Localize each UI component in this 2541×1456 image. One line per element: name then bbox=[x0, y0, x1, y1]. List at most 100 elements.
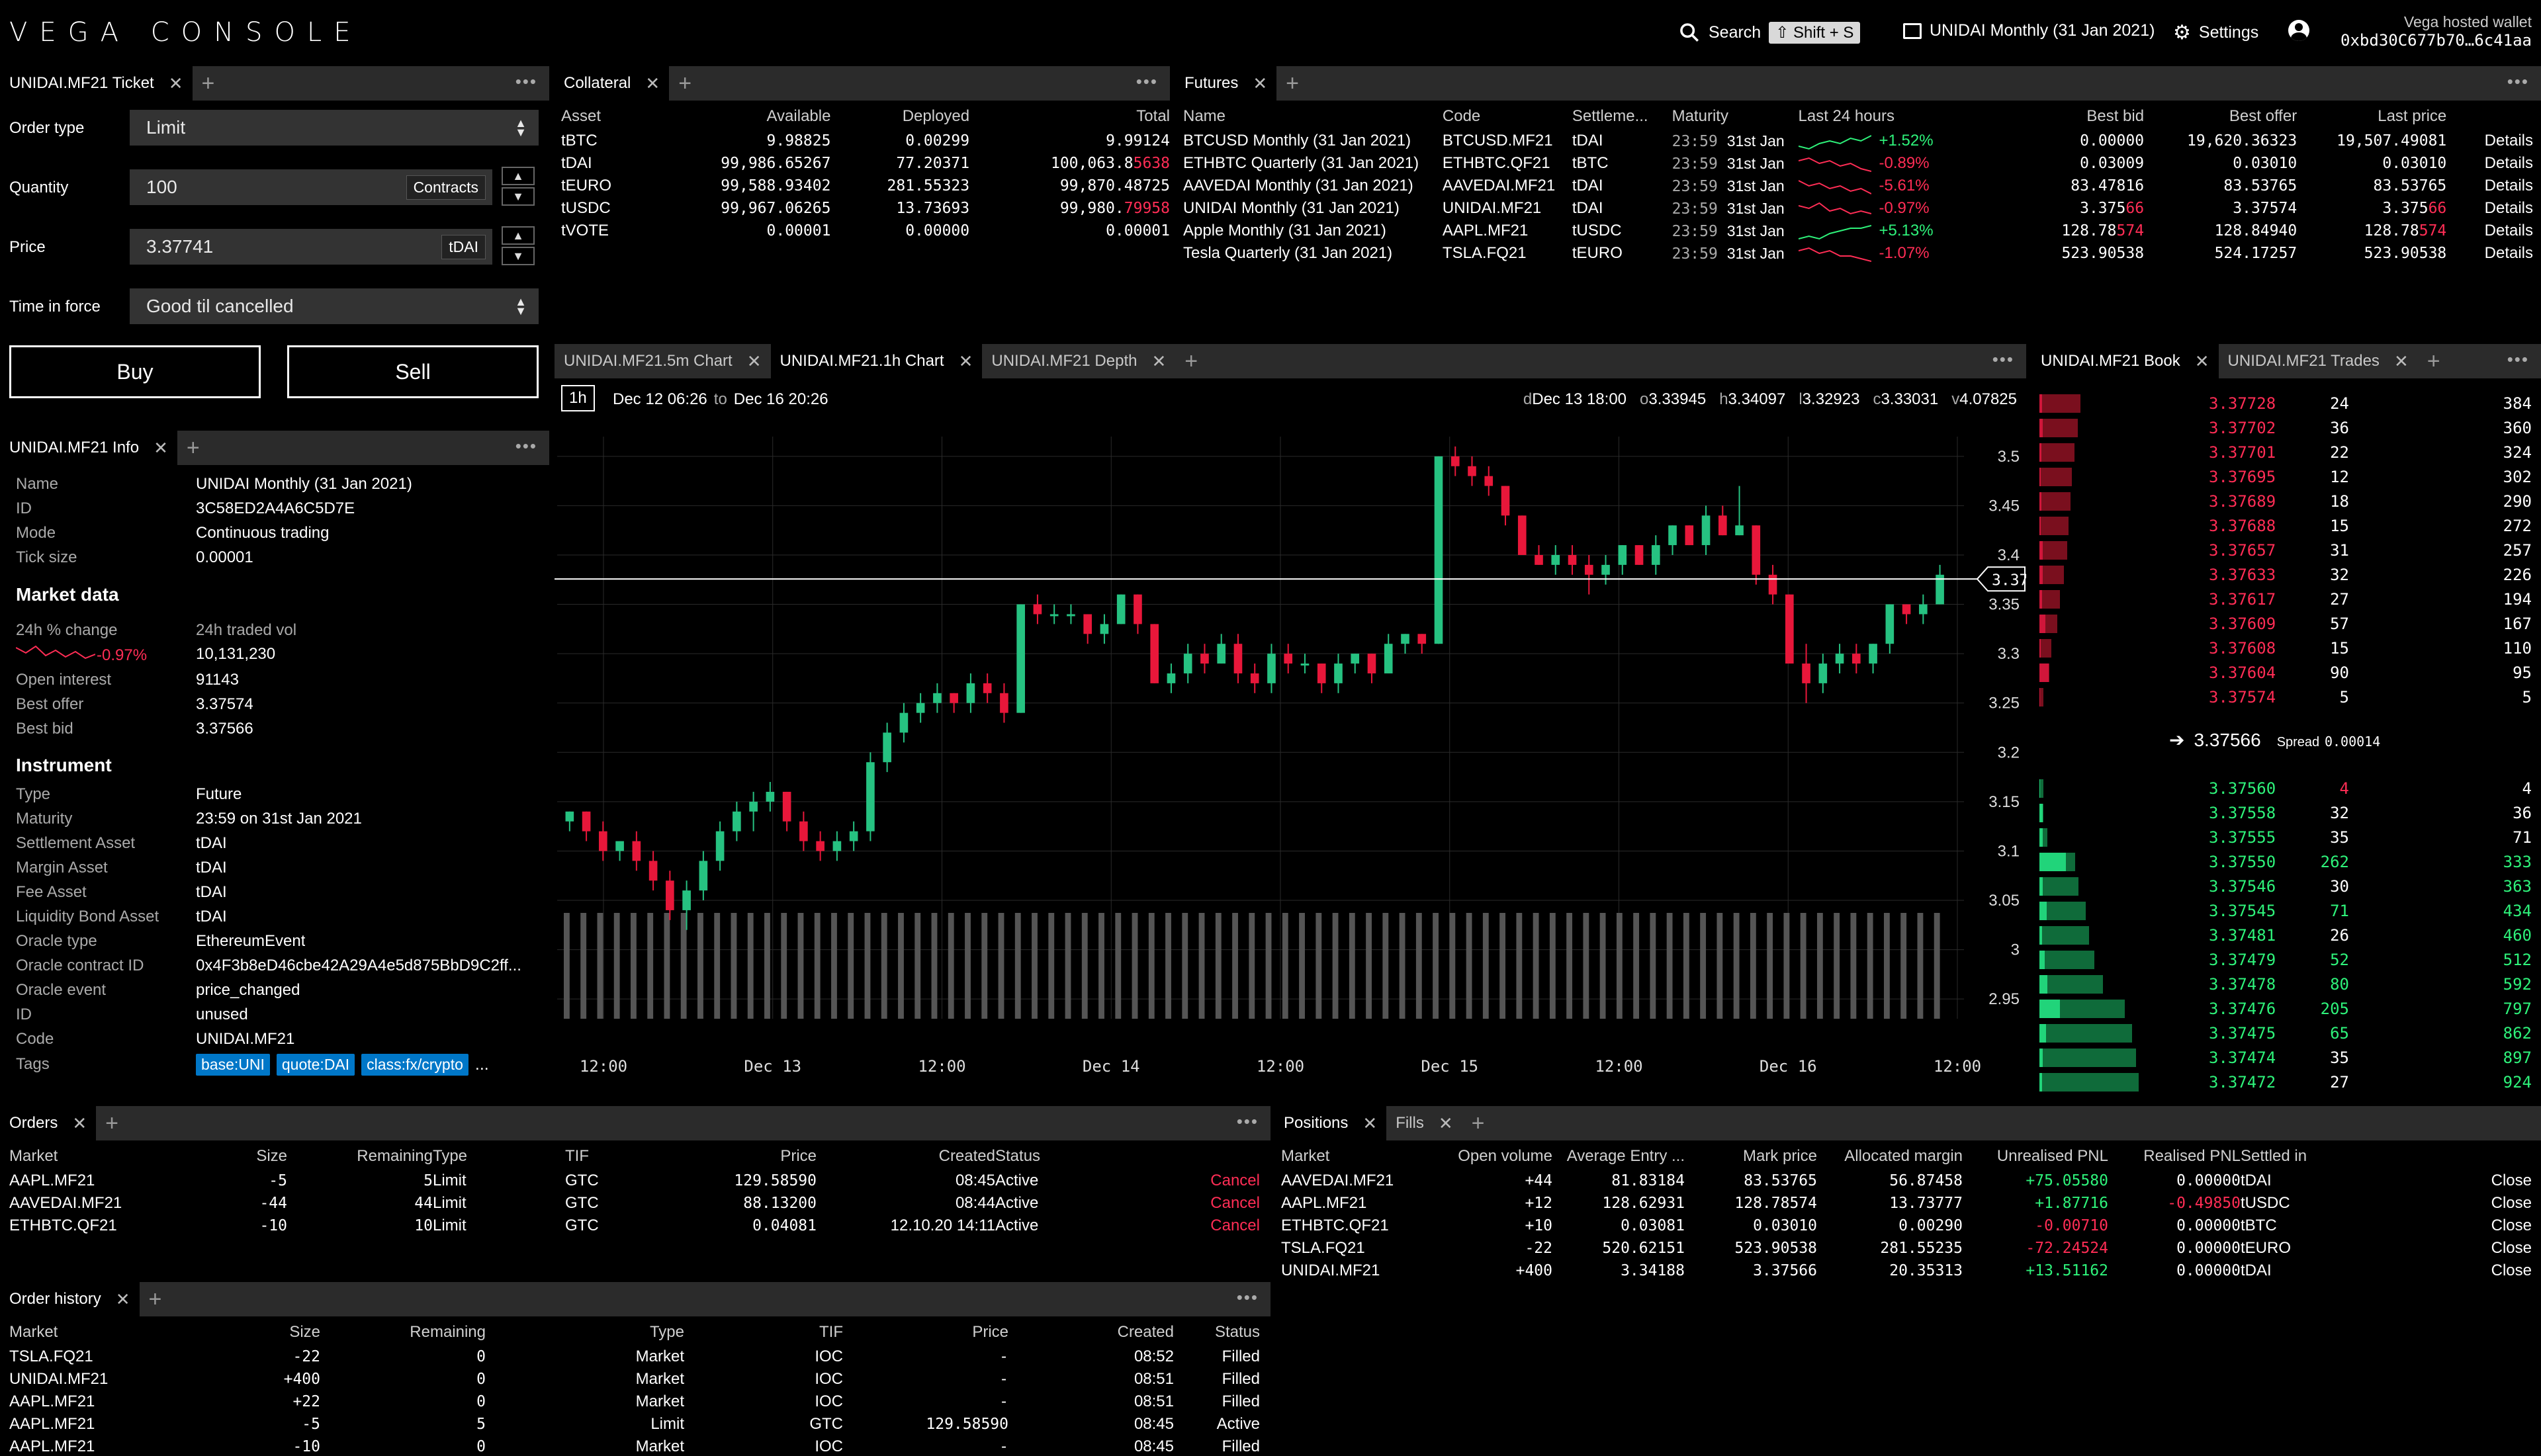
column-header[interactable]: Size bbox=[208, 1143, 287, 1170]
column-header[interactable]: Code bbox=[1443, 103, 1572, 130]
add-tab-icon[interactable]: + bbox=[1175, 344, 1207, 378]
column-header[interactable]: Deployed bbox=[830, 103, 969, 130]
column-header[interactable]: TIF bbox=[684, 1319, 843, 1346]
add-tab-icon[interactable]: + bbox=[1276, 66, 1308, 101]
add-tab-icon[interactable]: + bbox=[193, 66, 224, 101]
add-tab-icon[interactable]: + bbox=[1462, 1106, 1494, 1140]
column-header[interactable]: Available bbox=[646, 103, 830, 130]
column-header[interactable]: Type bbox=[486, 1319, 684, 1346]
close-icon[interactable]: ✕ bbox=[645, 73, 660, 94]
table-row[interactable]: Apple Monthly (31 Jan 2021) AAPL.MF21 tUSD… bbox=[1183, 220, 2533, 242]
book-row[interactable]: 3.37609 57 167 bbox=[2031, 612, 2541, 634]
column-header[interactable]: Type bbox=[433, 1143, 565, 1170]
cancel-button[interactable]: Cancel bbox=[1210, 1194, 1260, 1212]
column-header[interactable]: Asset bbox=[561, 103, 646, 130]
table-row[interactable]: AAVEDAI Monthly (31 Jan 2021) AAVEDAI.MF2… bbox=[1183, 175, 2533, 197]
book-row[interactable]: 3.37475 65 862 bbox=[2031, 1021, 2541, 1044]
book-row[interactable]: 3.37545 71 434 bbox=[2031, 899, 2541, 921]
table-row[interactable]: AAPL.MF21 +12 128.62931 128.78574 13.73777 +1… bbox=[1281, 1192, 2532, 1215]
column-header[interactable]: Mark price bbox=[1685, 1143, 1817, 1170]
column-header[interactable]: Price bbox=[843, 1319, 1008, 1346]
close-icon[interactable]: ✕ bbox=[154, 438, 168, 458]
column-header[interactable]: Unrealised PNL bbox=[1963, 1143, 2108, 1170]
add-tab-icon[interactable]: + bbox=[140, 1282, 171, 1316]
column-header[interactable]: Status bbox=[995, 1143, 1128, 1170]
table-row[interactable]: tBTC 9.98825 0.00299 9.99124 bbox=[561, 130, 1170, 152]
book-row[interactable]: 3.37476 205 797 bbox=[2031, 997, 2541, 1019]
panel-menu-icon[interactable]: ••• bbox=[1237, 1111, 1259, 1132]
column-header[interactable]: Remaining bbox=[320, 1319, 486, 1346]
table-row[interactable]: TSLA.FQ21 -22 0 Market IOC - 08:52 Filled bbox=[9, 1346, 1260, 1368]
book-row[interactable]: 3.37474 35 897 bbox=[2031, 1046, 2541, 1068]
tag-badge[interactable]: class:fx/crypto bbox=[361, 1054, 468, 1076]
column-header[interactable]: Size bbox=[208, 1319, 320, 1346]
column-header[interactable]: Market bbox=[1281, 1143, 1433, 1170]
panel-menu-icon[interactable]: ••• bbox=[515, 436, 537, 456]
settings-button[interactable]: ⚙ Settings bbox=[2173, 21, 2258, 44]
book-row[interactable]: 3.37481 26 460 bbox=[2031, 923, 2541, 946]
table-row[interactable]: UNIDAI.MF21 +400 0 Market IOC - 08:51 Filled bbox=[9, 1368, 1260, 1391]
close-position-button[interactable]: Close bbox=[2373, 1170, 2532, 1192]
cancel-button[interactable]: Cancel bbox=[1210, 1172, 1260, 1189]
details-link[interactable]: Details bbox=[2485, 154, 2533, 172]
book-row[interactable]: 3.37604 90 95 bbox=[2031, 661, 2541, 683]
book-row[interactable]: 3.37608 15 110 bbox=[2031, 636, 2541, 659]
table-row[interactable]: UNIDAI Monthly (31 Jan 2021) UNIDAI.MF21 t… bbox=[1183, 197, 2533, 220]
interval-button[interactable]: 1h bbox=[561, 385, 595, 411]
book-row[interactable]: 3.37695 12 302 bbox=[2031, 465, 2541, 488]
book-row[interactable]: 3.37617 27 194 bbox=[2031, 587, 2541, 610]
quantity-input[interactable]: 100 Contracts bbox=[130, 169, 492, 205]
close-position-button[interactable]: Close bbox=[2373, 1260, 2532, 1282]
book-row[interactable]: 3.37574 5 5 bbox=[2031, 685, 2541, 708]
table-row[interactable]: AAPL.MF21 -10 0 Market IOC - 08:45 Filled bbox=[9, 1435, 1260, 1456]
close-icon[interactable]: ✕ bbox=[1253, 73, 1267, 94]
panel-menu-icon[interactable]: ••• bbox=[1992, 349, 2014, 370]
close-icon[interactable]: ✕ bbox=[169, 73, 183, 94]
panel-menu-icon[interactable]: ••• bbox=[2507, 71, 2529, 92]
column-header[interactable]: Name bbox=[1183, 103, 1443, 130]
tab-chart-tabs-2[interactable]: UNIDAI.MF21 Depth ✕ bbox=[982, 344, 1176, 378]
close-icon[interactable]: ✕ bbox=[116, 1289, 130, 1310]
quantity-decrement-button[interactable]: ▼ bbox=[502, 187, 535, 206]
panel-menu-icon[interactable]: ••• bbox=[2507, 349, 2529, 370]
details-link[interactable]: Details bbox=[2485, 132, 2533, 150]
table-row[interactable]: Tesla Quarterly (31 Jan 2021) TSLA.FQ21 tE… bbox=[1183, 242, 2533, 265]
close-icon[interactable]: ✕ bbox=[1151, 351, 1166, 372]
details-link[interactable]: Details bbox=[2485, 244, 2533, 262]
book-row[interactable]: 3.37546 30 363 bbox=[2031, 875, 2541, 897]
tab-ticket[interactable]: UNIDAI.MF21 Ticket ✕ bbox=[0, 66, 193, 101]
book-row[interactable]: 3.37472 27 924 bbox=[2031, 1070, 2541, 1093]
book-row[interactable]: 3.37701 22 324 bbox=[2031, 441, 2541, 463]
quantity-increment-button[interactable]: ▲ bbox=[502, 167, 535, 185]
column-header[interactable]: TIF bbox=[565, 1143, 678, 1170]
table-row[interactable]: AAPL.MF21 +22 0 Market IOC - 08:51 Filled bbox=[9, 1391, 1260, 1413]
tab-pos-tabs-1[interactable]: Fills ✕ bbox=[1386, 1106, 1462, 1140]
tab-book-tabs-1[interactable]: UNIDAI.MF21 Trades ✕ bbox=[2218, 344, 2418, 378]
tag-badge[interactable]: base:UNI bbox=[196, 1054, 270, 1076]
add-tab-icon[interactable]: + bbox=[2418, 344, 2450, 378]
search-button[interactable]: Search ⇧ Shift + S bbox=[1678, 21, 1861, 44]
order-type-select[interactable]: Limit ▲ ▼ bbox=[130, 110, 539, 146]
book-row[interactable]: 3.37633 32 226 bbox=[2031, 563, 2541, 585]
tab-collateral[interactable]: Collateral ✕ bbox=[555, 66, 670, 101]
table-row[interactable]: ETHBTC.QF21 +10 0.03081 0.03010 0.00290 -0.00… bbox=[1281, 1215, 2532, 1237]
column-header[interactable]: Settled in bbox=[2241, 1143, 2373, 1170]
tag-badge[interactable]: quote:DAI bbox=[276, 1054, 355, 1076]
close-icon[interactable]: ✕ bbox=[1439, 1113, 1453, 1134]
tab-order-history[interactable]: Order history ✕ bbox=[0, 1282, 140, 1316]
price-increment-button[interactable]: ▲ bbox=[502, 226, 535, 245]
details-link[interactable]: Details bbox=[2485, 199, 2533, 217]
column-header[interactable]: Open volume bbox=[1433, 1143, 1552, 1170]
tab-orders[interactable]: Orders ✕ bbox=[0, 1106, 97, 1140]
column-header[interactable]: Market bbox=[9, 1143, 208, 1170]
close-position-button[interactable]: Close bbox=[2373, 1215, 2532, 1237]
book-row[interactable]: 3.37688 15 272 bbox=[2031, 514, 2541, 536]
details-link[interactable]: Details bbox=[2485, 222, 2533, 239]
column-header[interactable]: Allocated margin bbox=[1817, 1143, 1963, 1170]
column-header[interactable]: Price bbox=[678, 1143, 817, 1170]
book-row[interactable]: 3.37550 262 333 bbox=[2031, 850, 2541, 873]
column-header[interactable] bbox=[2446, 103, 2533, 130]
close-icon[interactable]: ✕ bbox=[72, 1113, 87, 1134]
table-row[interactable]: ETHBTC Quarterly (31 Jan 2021) ETHBTC.QF2… bbox=[1183, 152, 2533, 175]
tab-book-tabs-0[interactable]: UNIDAI.MF21 Book ✕ bbox=[2031, 344, 2219, 378]
